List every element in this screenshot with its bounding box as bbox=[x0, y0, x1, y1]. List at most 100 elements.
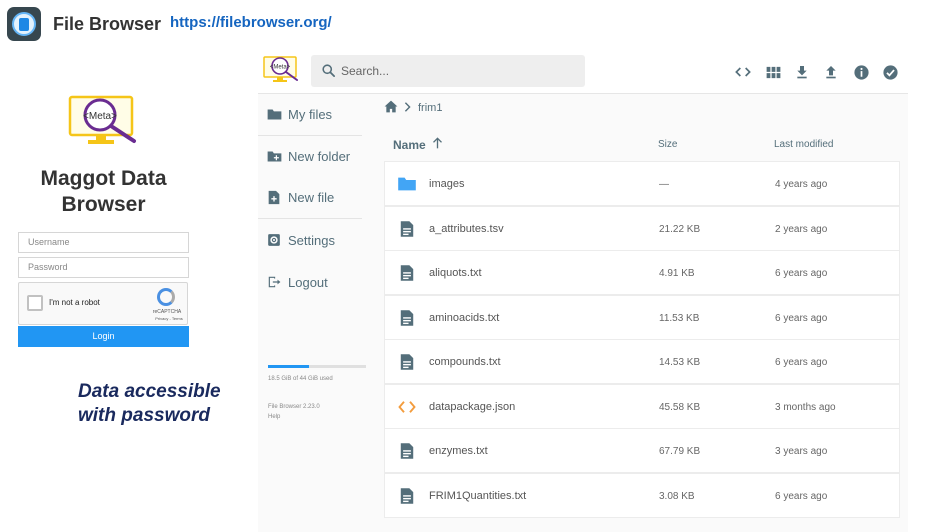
file-icon bbox=[397, 308, 417, 328]
recaptcha-label: I'm not a robot bbox=[49, 298, 100, 307]
file-icon bbox=[397, 486, 417, 506]
file-icon bbox=[397, 263, 417, 283]
version-text: File Browser 2.23.0 bbox=[268, 404, 320, 410]
file-size: 21.22 KB bbox=[659, 223, 701, 235]
app-header: <Meta> Search... bbox=[258, 50, 908, 94]
file-row[interactable]: enzymes.txt 67.79 KB 3 years ago bbox=[384, 428, 900, 473]
file-icon bbox=[397, 352, 417, 372]
meta-logo-text: <Meta> bbox=[83, 111, 117, 122]
download-icon[interactable] bbox=[793, 63, 811, 81]
logout-icon bbox=[266, 274, 282, 290]
storage-usage-bar bbox=[268, 365, 366, 368]
file-name: aminoacids.txt bbox=[429, 311, 500, 324]
file-icon bbox=[397, 441, 417, 461]
caption-line-1: Data accessible bbox=[78, 381, 221, 402]
file-modified: 6 years ago bbox=[775, 490, 828, 502]
meta-app-logo-icon[interactable]: <Meta> bbox=[263, 55, 299, 85]
breadcrumb-chevron-icon bbox=[404, 101, 411, 115]
password-field[interactable]: Password bbox=[18, 257, 189, 278]
caption: Data accessible with password bbox=[78, 380, 221, 428]
login-button[interactable]: Login bbox=[18, 326, 189, 347]
file-row[interactable]: aminoacids.txt 11.53 KB 6 years ago bbox=[384, 294, 900, 340]
new-file-icon bbox=[266, 189, 282, 205]
sidebar-item-logout[interactable]: Logout bbox=[266, 270, 366, 294]
sidebar-divider bbox=[258, 135, 362, 136]
info-icon[interactable] bbox=[852, 63, 870, 81]
file-row[interactable]: compounds.txt 14.53 KB 6 years ago bbox=[384, 339, 900, 384]
column-name-label: Name bbox=[393, 137, 426, 152]
sidebar-item-new-file[interactable]: New file bbox=[266, 185, 366, 209]
recaptcha-terms-link[interactable]: Privacy - Terms bbox=[149, 316, 189, 321]
sidebar-item-label: New folder bbox=[288, 148, 351, 164]
settings-icon bbox=[266, 232, 282, 248]
search-input[interactable]: Search... bbox=[341, 64, 389, 78]
recaptcha-checkbox[interactable] bbox=[27, 295, 43, 311]
file-row[interactable]: datapackage.json 45.58 KB 3 months ago bbox=[384, 383, 900, 429]
home-icon[interactable] bbox=[384, 100, 398, 116]
sidebar-item-my-files[interactable]: My files bbox=[266, 102, 366, 126]
sidebar-item-settings[interactable]: Settings bbox=[266, 228, 366, 252]
file-row[interactable]: FRIM1Quantities.txt 3.08 KB 6 years ago bbox=[384, 472, 900, 518]
sidebar-item-new-folder[interactable]: New folder bbox=[266, 144, 366, 168]
breadcrumb: frim1 bbox=[384, 100, 442, 116]
file-modified: 3 months ago bbox=[775, 401, 836, 413]
file-modified: 6 years ago bbox=[775, 268, 828, 279]
login-title: Maggot Data Browser bbox=[40, 167, 167, 216]
meta-logo-icon: <Meta> bbox=[68, 95, 136, 144]
file-name: enzymes.txt bbox=[429, 445, 488, 457]
new-folder-icon bbox=[266, 148, 282, 164]
recaptcha-widget: I'm not a robot reCAPTCHA Privacy - Term… bbox=[18, 282, 188, 325]
help-link[interactable]: Help bbox=[268, 414, 280, 420]
code-icon[interactable] bbox=[734, 63, 752, 81]
file-row[interactable]: aliquots.txt 4.91 KB 6 years ago bbox=[384, 250, 900, 295]
sidebar-divider bbox=[258, 218, 362, 219]
file-modified: 2 years ago bbox=[775, 223, 828, 235]
file-list-header: Name Size Last modified bbox=[384, 134, 900, 154]
file-icon bbox=[397, 219, 417, 239]
file-size: 4.91 KB bbox=[659, 268, 695, 279]
recaptcha-brand: reCAPTCHA bbox=[152, 309, 182, 315]
file-size: — bbox=[659, 179, 669, 190]
upload-icon[interactable] bbox=[822, 63, 840, 81]
banner-url-link[interactable]: https://filebrowser.org/ bbox=[170, 14, 332, 31]
file-size: 3.08 KB bbox=[659, 490, 695, 502]
recaptcha-logo-icon bbox=[157, 288, 175, 306]
banner-title: File Browser bbox=[53, 14, 162, 34]
check-circle-icon[interactable] bbox=[881, 63, 899, 81]
sort-arrow-up-icon bbox=[432, 137, 443, 152]
file-name: images bbox=[429, 178, 465, 190]
file-size: 14.53 KB bbox=[659, 357, 701, 368]
file-size: 67.79 KB bbox=[659, 446, 701, 457]
file-name: compounds.txt bbox=[429, 356, 501, 368]
storage-usage-text: 18.5 GiB of 44 GiB used bbox=[268, 376, 333, 382]
file-modified: 3 years ago bbox=[775, 446, 828, 457]
file-size: 45.58 KB bbox=[659, 401, 701, 413]
sidebar: My files New folder New file Settings Lo… bbox=[258, 94, 376, 532]
folder-icon bbox=[266, 106, 282, 122]
file-row[interactable]: images — 4 years ago bbox=[384, 161, 900, 206]
sidebar-item-label: Settings bbox=[288, 232, 335, 248]
column-modified-header[interactable]: Last modified bbox=[774, 139, 833, 150]
folder-icon bbox=[397, 174, 417, 194]
search-bar[interactable]: Search... bbox=[311, 55, 585, 87]
code-file-icon bbox=[397, 397, 417, 417]
column-size-header[interactable]: Size bbox=[658, 139, 677, 150]
username-field[interactable]: Username bbox=[18, 232, 189, 253]
meta-app-logo-text: <Meta> bbox=[270, 65, 291, 71]
caption-line-2: with password bbox=[78, 405, 210, 426]
file-modified: 6 years ago bbox=[775, 312, 828, 324]
file-name: a_attributes.tsv bbox=[429, 222, 504, 235]
file-row[interactable]: a_attributes.tsv 21.22 KB 2 years ago bbox=[384, 205, 900, 251]
file-name: datapackage.json bbox=[429, 400, 516, 413]
breadcrumb-folder[interactable]: frim1 bbox=[418, 102, 442, 114]
file-size: 11.53 KB bbox=[659, 312, 700, 324]
search-icon bbox=[322, 64, 335, 77]
column-name-header[interactable]: Name bbox=[393, 137, 443, 152]
file-browser-window: <Meta> Search... My files New folder New… bbox=[258, 50, 908, 532]
file-modified: 6 years ago bbox=[775, 357, 828, 368]
file-browser-app-icon bbox=[7, 7, 41, 41]
file-modified: 4 years ago bbox=[775, 179, 828, 190]
grid-view-icon[interactable] bbox=[764, 63, 782, 81]
storage-usage-fill bbox=[268, 365, 310, 368]
file-name: aliquots.txt bbox=[429, 267, 482, 279]
